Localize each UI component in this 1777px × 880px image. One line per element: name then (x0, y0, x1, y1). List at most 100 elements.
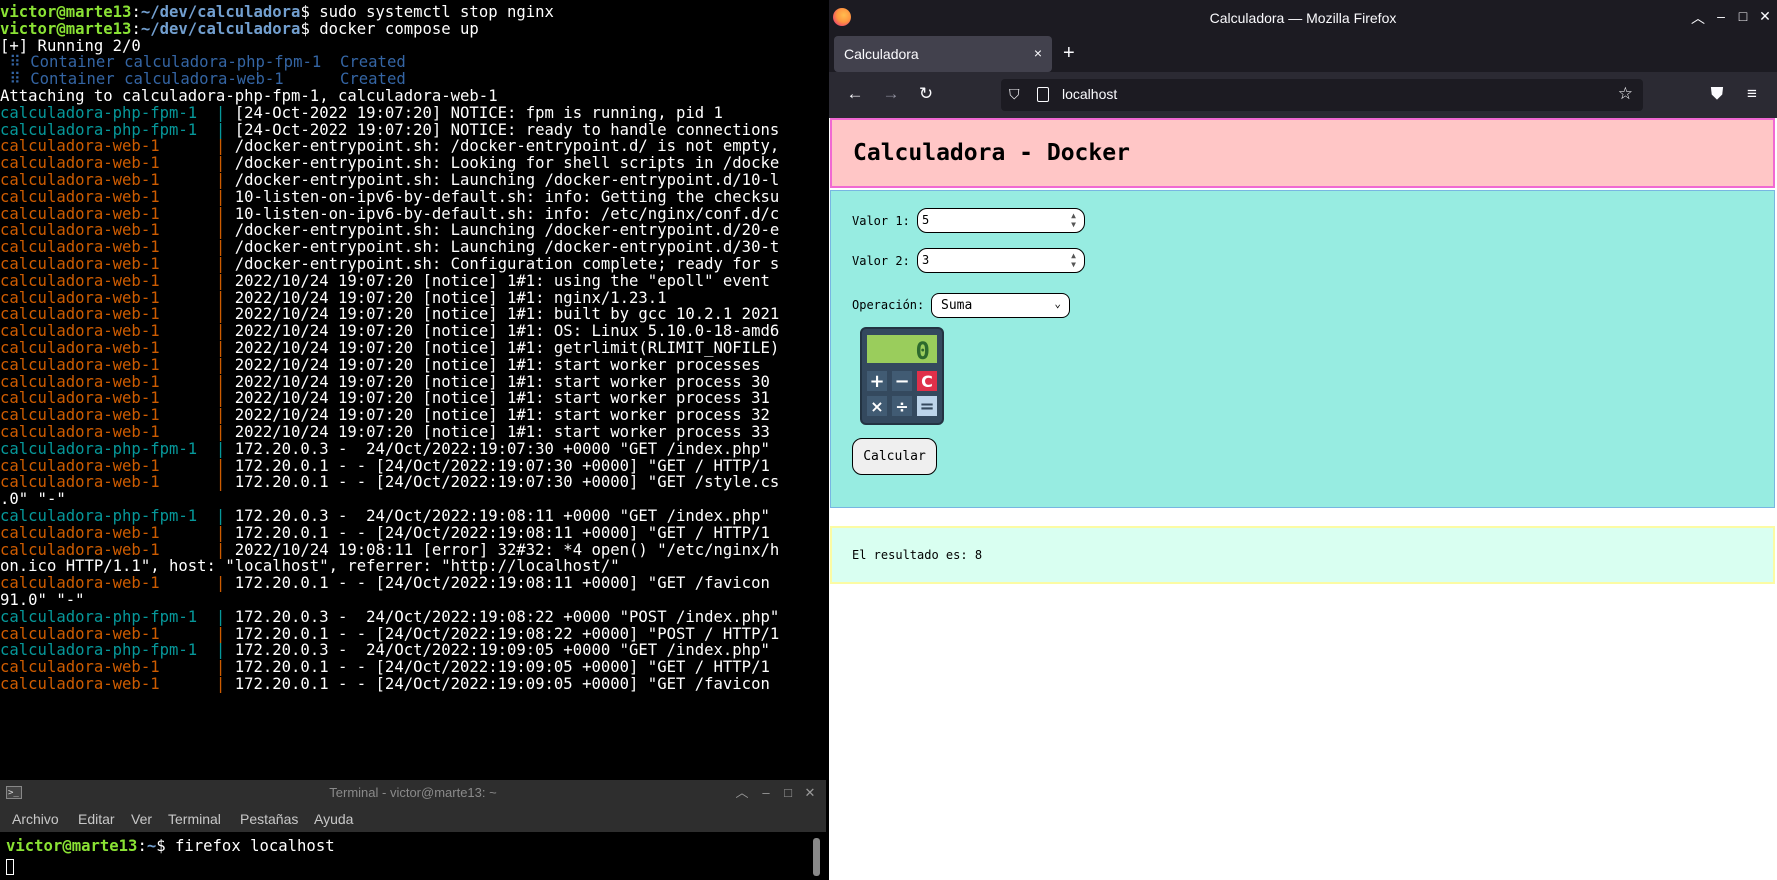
terminal-text: ~/dev/calculadora (140, 3, 301, 21)
maximize-icon[interactable]: □ (1734, 8, 1752, 24)
maximize-icon[interactable]: □ (778, 780, 798, 806)
shield-icon[interactable]: ⛉ (1009, 86, 1020, 103)
terminal-text: 172.20.0.1 - - [24/Oct/2022:19:08:11 +00… (234, 523, 770, 542)
bookmark-star-icon[interactable]: ☆ (1618, 84, 1633, 104)
valor2-label: Valor 2: (852, 254, 910, 268)
spinner-icon[interactable]: ▲ ▼ (1071, 211, 1076, 229)
tab-close-icon[interactable]: × (1034, 45, 1042, 61)
calc-display-digit: 0 (916, 337, 930, 365)
terminal-text: calculadora-web-1 | (0, 574, 235, 593)
calc-key-minus: − (894, 371, 909, 392)
minimize-icon[interactable]: – (1712, 8, 1730, 24)
terminal-text: 2022/10/24 19:07:20 [notice] 1#1: getrli… (234, 339, 780, 357)
terminal-text: ⠿ Container calculadora-web-1 Created (0, 70, 406, 89)
url-text: localhost (1062, 86, 1118, 102)
operacion-select[interactable]: Suma ⌄ (931, 293, 1070, 318)
terminal-text: 172.20.0.1 - - [24/Oct/2022:19:07:30 +00… (234, 473, 780, 492)
back-icon[interactable]: ← (844, 84, 866, 104)
window-up-icon[interactable]: ︿ (1689, 8, 1707, 28)
result-text: El resultado es: 8 (852, 548, 983, 562)
page-icon (1037, 87, 1049, 102)
prompt-sep: : (137, 837, 147, 855)
terminal-text: calculadora-web-1 | (0, 473, 235, 492)
forward-icon[interactable]: → (880, 84, 902, 104)
tab-calculadora[interactable]: Calculadora × (834, 36, 1052, 72)
menu-ver[interactable]: Ver (131, 811, 152, 827)
valor1-input[interactable]: 5 ▲ ▼ (917, 208, 1085, 233)
terminal-text: /docker-entrypoint.sh: Launching /docker… (234, 221, 780, 240)
terminal-text: victor@marte13 (0, 3, 132, 21)
terminal-text: 2022/10/24 19:07:20 [notice] 1#1: start … (234, 406, 770, 425)
new-tab-icon[interactable]: + (1063, 42, 1075, 65)
chevron-down-icon: ⌄ (1054, 297, 1061, 310)
terminal-text: 172.20.0.1 - - [24/Oct/2022:19:08:22 +00… (234, 624, 780, 643)
terminal-text: 2022/10/24 19:08:11 [error] 32#32: *4 op… (234, 540, 780, 559)
terminal-text: on.ico HTTP/1.1", host: "localhost", ref… (0, 557, 620, 576)
terminal-text: 172.20.0.3 - 24/Oct/2022:19:07:30 +0000 … (234, 439, 770, 458)
terminal-text: : (131, 19, 141, 38)
terminal-text: 2022/10/24 19:07:20 [notice] 1#1: OS: Li… (234, 322, 780, 341)
terminal-text: calculadora-php-fpm-1 | (0, 507, 235, 525)
terminal-text: 2022/10/24 19:07:20 [notice] 1#1: using … (234, 271, 770, 290)
terminal-text: calculadora-web-1 | (0, 540, 235, 559)
terminal-text: 2022/10/24 19:07:20 [notice] 1#1: start … (234, 423, 770, 441)
terminal-text: 10-listen-on-ipv6-by-default.sh: info: G… (234, 187, 780, 206)
terminal-text: /docker-entrypoint.sh: Launching /docker… (234, 171, 780, 189)
calcular-button[interactable]: Calcular (852, 438, 937, 475)
close-icon[interactable]: ✕ (800, 780, 820, 806)
terminal-text: calculadora-web-1 | (0, 389, 235, 408)
terminal-cursor (6, 859, 14, 875)
window-up-icon[interactable]: ︿ (732, 780, 752, 806)
terminal-text: calculadora-web-1 | (0, 322, 235, 341)
spinner-icon[interactable]: ▲ ▼ (1071, 251, 1076, 269)
calc-key-divide: ÷ (895, 397, 908, 416)
terminal-text: calculadora-web-1 | (0, 423, 235, 441)
terminal-text: Attaching to calculadora-php-fpm-1, calc… (0, 87, 498, 105)
firefox-window: Calculadora — Mozilla Firefox ︿ – □ ✕ Ca… (829, 0, 1777, 880)
terminal-text: calculadora-web-1 | (0, 305, 235, 324)
terminal-text: 10-listen-on-ipv6-by-default.sh: info: /… (234, 204, 780, 223)
result-box: El resultado es: 8 (830, 526, 1775, 584)
prompt-command: $ firefox localhost (156, 837, 335, 855)
terminal-text: calculadora-web-1 | (0, 675, 235, 693)
docker-terminal-output[interactable]: victor@marte13:~/dev/calculadora$ sudo s… (0, 0, 826, 780)
terminal-text: .0" "-" (0, 490, 66, 509)
menu-editar[interactable]: Editar (78, 811, 115, 827)
terminal-title: Terminal - victor@marte13: ~ (329, 785, 497, 800)
terminal-text: 172.20.0.3 - 24/Oct/2022:19:08:11 +0000 … (234, 507, 770, 525)
terminal-text: calculadora-web-1 | (0, 456, 235, 475)
terminal-text: [+] Running 2/0 (0, 36, 141, 55)
terminal-text: ⠿ Container calculadora-php-fpm-1 Create… (0, 53, 406, 72)
terminal-content[interactable]: victor@marte13:~$ firefox localhost (0, 832, 826, 880)
terminal-text: calculadora-web-1 | (0, 171, 235, 189)
menu-terminal[interactable]: Terminal (168, 811, 221, 827)
terminal-text: /docker-entrypoint.sh: /docker-entrypoin… (234, 137, 780, 156)
terminal-text: 2022/10/24 19:07:20 [notice] 1#1: nginx/… (234, 288, 667, 307)
terminal-text: : (131, 3, 141, 21)
calc-key-times: × (870, 397, 883, 416)
firefox-titlebar[interactable]: Calculadora — Mozilla Firefox ︿ – □ ✕ (829, 0, 1777, 36)
valor1-value: 5 (922, 213, 930, 227)
menu-pestanas[interactable]: Pestañas (240, 811, 298, 827)
menu-ayuda[interactable]: Ayuda (314, 811, 353, 827)
minimize-icon[interactable]: – (756, 780, 776, 806)
terminal-scrollbar[interactable] (813, 838, 820, 876)
terminal-text: calculadora-web-1 | (0, 339, 235, 357)
operacion-label: Operación: (852, 298, 925, 312)
terminal-text: calculadora-web-1 | (0, 523, 235, 542)
page-title: Calculadora - Docker (853, 140, 1130, 166)
terminal-text: 172.20.0.3 - 24/Oct/2022:19:08:22 +0000 … (234, 607, 780, 626)
close-icon[interactable]: ✕ (1756, 8, 1774, 25)
terminal-text: ~/dev/calculadora (140, 19, 301, 38)
terminal-text: 172.20.0.1 - - [24/Oct/2022:19:09:05 +00… (234, 658, 770, 677)
firefox-window-title: Calculadora — Mozilla Firefox (1209, 10, 1397, 26)
terminal-titlebar[interactable]: Terminal - victor@marte13: ~ ︿ – □ ✕ (0, 780, 826, 806)
url-bar[interactable]: ⛉ localhost ☆ (1001, 79, 1643, 111)
menu-icon[interactable]: ≡ (1741, 84, 1763, 104)
terminal-menubar: Archivo Editar Ver Terminal Pestañas Ayu… (0, 806, 826, 832)
pocket-icon[interactable]: ⛊ (1706, 84, 1728, 104)
reload-icon[interactable]: ↻ (915, 84, 937, 104)
terminal-text: calculadora-php-fpm-1 | (0, 439, 235, 458)
menu-archivo[interactable]: Archivo (12, 811, 59, 827)
valor2-input[interactable]: 3 ▲ ▼ (917, 248, 1085, 273)
